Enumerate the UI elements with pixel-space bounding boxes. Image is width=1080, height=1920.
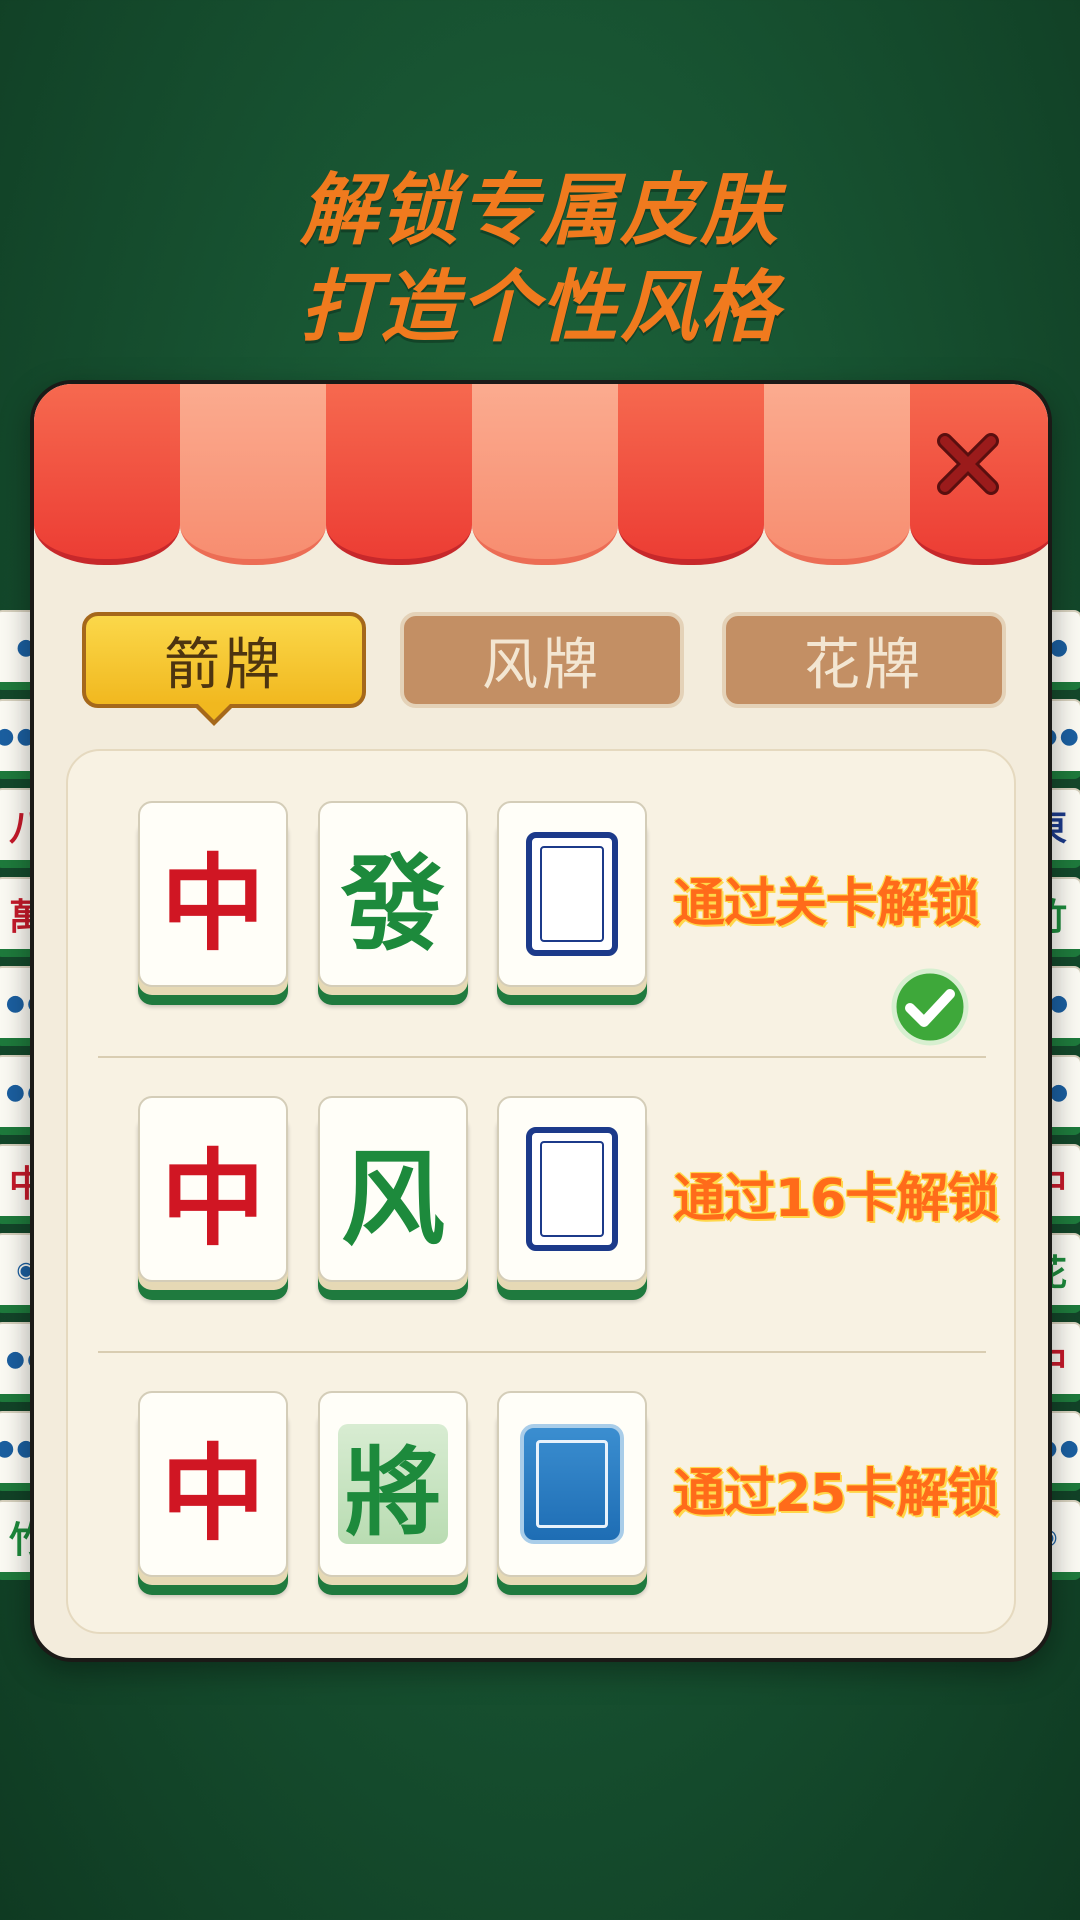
tab-arrow-tiles[interactable]: 箭牌 xyxy=(82,612,366,708)
tile-red-dragon: 中 xyxy=(138,1391,288,1577)
blank-frame-icon xyxy=(526,832,618,956)
headline-line-1: 解锁专属皮肤 xyxy=(299,166,780,256)
tab-flower-tiles[interactable]: 花牌 xyxy=(722,612,1006,708)
blank-frame-icon xyxy=(526,1127,618,1251)
tab-wind-tiles[interactable]: 风牌 xyxy=(400,612,684,708)
close-button[interactable] xyxy=(928,424,1008,504)
tile-blue-blank xyxy=(497,1391,647,1577)
tile-white-dragon xyxy=(497,801,647,987)
tile-red-dragon: 中 xyxy=(138,1096,288,1282)
unlock-condition: 通过关卡解锁 xyxy=(673,874,980,934)
unlock-condition: 通过25卡解锁 xyxy=(673,1464,999,1524)
tile-wind: 风 xyxy=(318,1096,468,1282)
awning xyxy=(34,384,1048,584)
checkmark-icon xyxy=(891,968,969,1046)
tile-green-dragon: 發 xyxy=(318,801,468,987)
tile-red-dragon: 中 xyxy=(138,801,288,987)
skin-row[interactable]: 中 發 通过关卡解锁 xyxy=(68,801,1018,1001)
skin-shop-panel: 箭牌 风牌 花牌 中 發 通过关卡解锁 中 风 通过16卡解锁 中 將 通过25… xyxy=(30,380,1052,1662)
skin-list: 中 發 通过关卡解锁 中 风 通过16卡解锁 中 將 通过25卡解锁 xyxy=(66,749,1016,1634)
headline-line-2: 打造个性风格 xyxy=(299,263,780,353)
blank-blue-icon xyxy=(520,1424,624,1544)
close-x-icon xyxy=(937,433,999,495)
tile-white-dragon xyxy=(497,1096,647,1282)
skin-row[interactable]: 中 將 通过25卡解锁 xyxy=(68,1391,1018,1591)
tile-general: 將 xyxy=(318,1391,468,1577)
unlock-condition: 通过16卡解锁 xyxy=(673,1169,999,1229)
skin-row[interactable]: 中 风 通过16卡解锁 xyxy=(68,1096,1018,1296)
